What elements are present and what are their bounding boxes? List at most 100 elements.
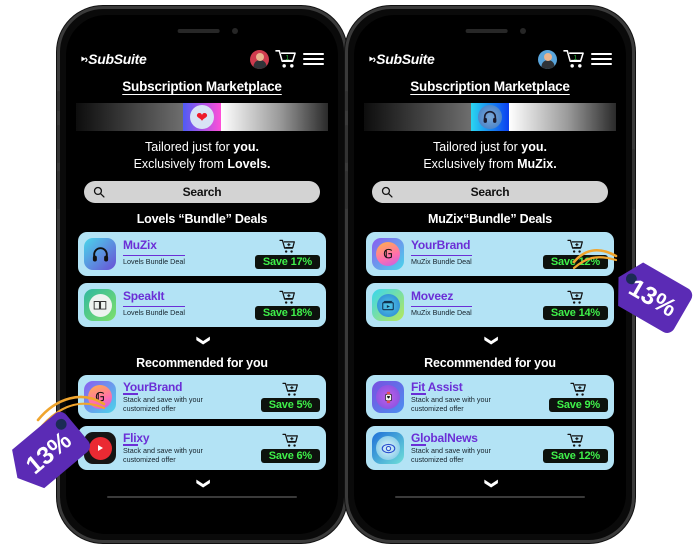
headphones-icon bbox=[84, 238, 116, 270]
chevron-down-icon[interactable]: ❮ bbox=[483, 348, 498, 535]
heart-icon: ❤ bbox=[190, 105, 214, 129]
save-badge: Save 5% bbox=[260, 398, 320, 412]
search-icon bbox=[381, 186, 393, 198]
card-title: Moveez bbox=[411, 288, 454, 303]
tagline-line1-text: Tailored just for bbox=[145, 140, 234, 154]
tagline: Tailored just for you. Exclusively from … bbox=[66, 139, 338, 172]
save-badge: Save 18% bbox=[254, 306, 320, 320]
hero-gradient-right bbox=[509, 103, 616, 131]
card-title: YourBrand bbox=[411, 237, 471, 252]
header-icon-group: 1 bbox=[538, 49, 612, 69]
card-title: GlobalNews bbox=[411, 430, 478, 445]
card-text: GlobalNews Stack and save with your cust… bbox=[404, 430, 543, 464]
volume-down-button[interactable] bbox=[345, 171, 348, 209]
hero-gradient-mid bbox=[471, 103, 509, 131]
tagline-line2-bold: MuZix. bbox=[517, 156, 557, 171]
chevron-down-icon[interactable]: ❮ bbox=[195, 348, 210, 535]
card-text: SpeakIt Lovels Bundle Deal bbox=[116, 290, 255, 321]
brand-logo: ‣› SubSuite bbox=[368, 51, 435, 67]
shopping-cart-icon[interactable]: 1 bbox=[563, 49, 585, 69]
screenshot-root: ‣› SubSuite 1 Subscription Marketplace ❤… bbox=[0, 0, 700, 549]
watch-icon bbox=[372, 381, 404, 413]
card-text: Fit Assist Stack and save with your cust… bbox=[404, 379, 549, 413]
hero-gradient-left bbox=[76, 103, 183, 131]
add-to-cart-icon[interactable] bbox=[570, 382, 587, 397]
headphones-icon bbox=[478, 105, 502, 129]
shopping-cart-icon[interactable]: 1 bbox=[275, 49, 297, 69]
brand-mark-icon: ‣› bbox=[368, 53, 376, 66]
save-badge: Save 6% bbox=[260, 449, 320, 463]
add-to-cart-icon[interactable] bbox=[282, 382, 299, 397]
earpiece-speaker bbox=[465, 29, 508, 33]
clapper-icon bbox=[372, 289, 404, 321]
volume-down-button[interactable] bbox=[57, 171, 60, 209]
add-to-cart-icon[interactable] bbox=[567, 433, 584, 448]
search-label: Search bbox=[182, 185, 222, 199]
add-to-cart-icon[interactable] bbox=[282, 433, 299, 448]
save-badge: Save 17% bbox=[254, 255, 320, 269]
hamburger-icon[interactable] bbox=[303, 53, 324, 65]
front-camera-icon bbox=[232, 28, 238, 34]
tagline-line2-text: Exclusively from bbox=[423, 156, 518, 171]
phone-top-bar bbox=[354, 15, 626, 43]
brand-name: SubSuite bbox=[376, 51, 435, 67]
save-badge: Save 12% bbox=[542, 449, 608, 463]
card-title: Flixy bbox=[123, 430, 150, 445]
card-text: Moveez MuZix Bundle Deal bbox=[404, 290, 543, 321]
card-subtitle: MuZix Bundle Deal bbox=[411, 306, 472, 318]
card-action-group: Save 5% bbox=[260, 382, 320, 412]
app-header: ‣› SubSuite 1 bbox=[66, 43, 338, 69]
card-text: MuZix Lovels Bundle Deal bbox=[116, 239, 255, 270]
card-text: YourBrand MuZix Bundle Deal bbox=[404, 239, 543, 270]
phone-top-bar bbox=[66, 15, 338, 43]
tagline: Tailored just for you. Exclusively from … bbox=[354, 139, 626, 172]
card-action-group: Save 18% bbox=[254, 290, 320, 320]
tagline-line1-text: Tailored just for bbox=[433, 140, 522, 154]
card-subtitle: Lovels Bundle Deal bbox=[123, 255, 185, 267]
eye-icon bbox=[372, 432, 404, 464]
page-title: Subscription Marketplace bbox=[122, 79, 282, 94]
tagline-line2-text: Exclusively from bbox=[133, 156, 228, 171]
yourbrand-icon: 𝔾 bbox=[372, 238, 404, 270]
mute-switch[interactable] bbox=[57, 91, 60, 111]
hamburger-icon[interactable] bbox=[591, 53, 612, 65]
brand-mark-icon: ‣› bbox=[80, 53, 88, 66]
card-action-group: Save 12% bbox=[542, 433, 608, 463]
card-action-group: Save 17% bbox=[254, 239, 320, 269]
price-tag-left: 13% bbox=[8, 382, 138, 512]
svg-text:1: 1 bbox=[285, 55, 289, 62]
add-to-cart-icon[interactable] bbox=[279, 290, 296, 305]
volume-up-button[interactable] bbox=[345, 125, 348, 163]
hero-banner: ❤ bbox=[76, 103, 328, 131]
card-action-group: Save 9% bbox=[548, 382, 608, 412]
book-icon bbox=[84, 289, 116, 321]
card-title: YourBrand bbox=[123, 379, 183, 394]
card-subtitle: MuZix Bundle Deal bbox=[411, 255, 472, 267]
search-bar[interactable]: Search bbox=[372, 181, 608, 203]
brand-logo: ‣› SubSuite bbox=[80, 51, 147, 67]
power-button[interactable] bbox=[632, 149, 635, 209]
hero-banner bbox=[364, 103, 616, 131]
avatar[interactable] bbox=[250, 49, 269, 69]
mute-switch[interactable] bbox=[345, 91, 348, 111]
search-bar[interactable]: Search bbox=[84, 181, 320, 203]
header-icon-group: 1 bbox=[250, 49, 324, 69]
save-badge: Save 9% bbox=[548, 398, 608, 412]
brand-name: SubSuite bbox=[88, 51, 147, 67]
page-title: Subscription Marketplace bbox=[410, 79, 570, 94]
front-camera-icon bbox=[520, 28, 526, 34]
svg-text:1: 1 bbox=[573, 55, 577, 62]
hero-gradient-right bbox=[221, 103, 328, 131]
card-title: Fit Assist bbox=[411, 379, 463, 394]
price-tag-right: 13% bbox=[572, 230, 700, 360]
search-icon bbox=[93, 186, 105, 198]
tagline-line1-bold: you. bbox=[233, 140, 259, 154]
app-header: ‣› SubSuite 1 bbox=[354, 43, 626, 69]
card-title: MuZix bbox=[123, 237, 157, 252]
search-label: Search bbox=[470, 185, 510, 199]
tagline-line2-bold: Lovels. bbox=[227, 156, 271, 171]
tagline-line1-bold: you. bbox=[521, 140, 547, 154]
add-to-cart-icon[interactable] bbox=[279, 239, 296, 254]
volume-up-button[interactable] bbox=[57, 125, 60, 163]
avatar[interactable] bbox=[538, 49, 557, 69]
